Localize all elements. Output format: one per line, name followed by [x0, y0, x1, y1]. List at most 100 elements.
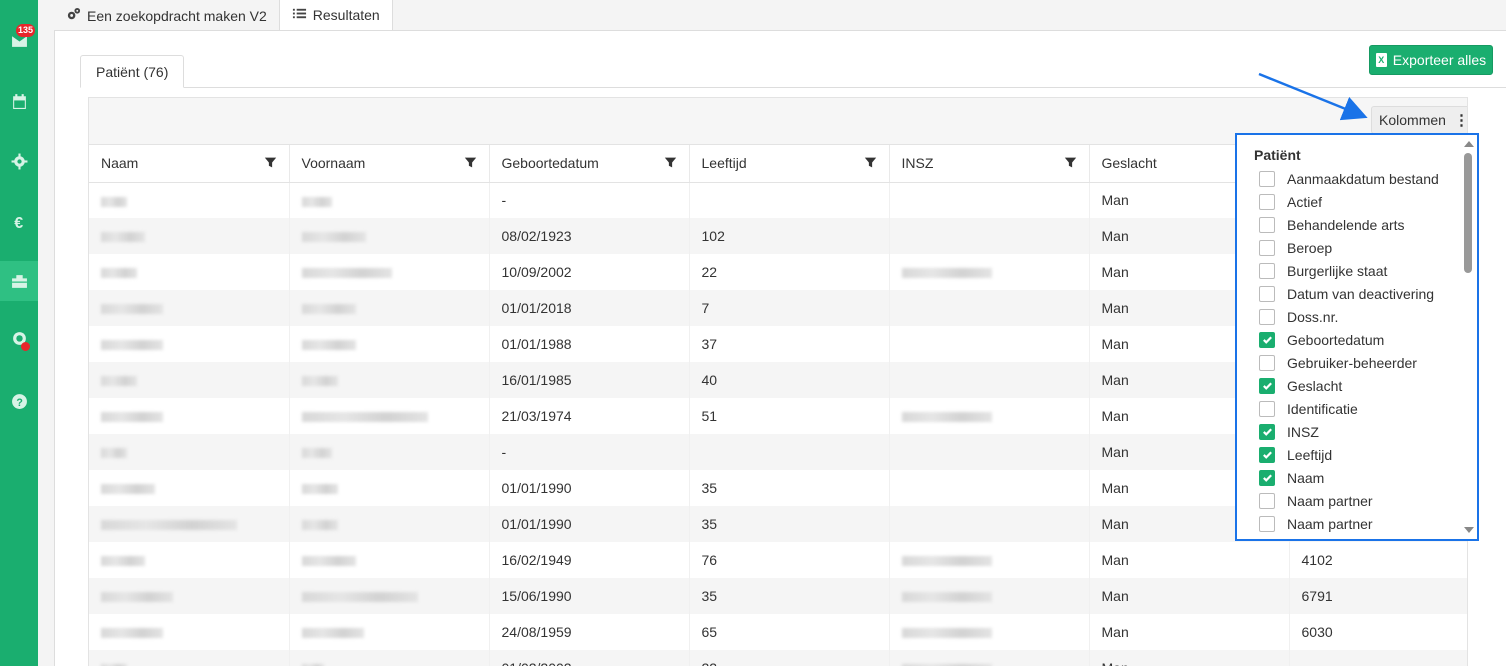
table-row[interactable]: 15/06/1990 35 Man 6791 [89, 578, 1467, 614]
cell-leeftijd: 76 [689, 542, 890, 578]
column-checkbox[interactable] [1259, 262, 1275, 279]
column-checkbox[interactable] [1259, 469, 1275, 486]
tab-search[interactable]: Een zoekopdracht maken V2 [54, 0, 279, 31]
column-option-label: Burgerlijke staat [1287, 262, 1388, 279]
column-header-naam[interactable]: Naam [89, 145, 290, 183]
redacted-value [101, 412, 163, 423]
column-header-geboortedatum[interactable]: Geboortedatum [489, 145, 690, 183]
column-checkbox[interactable] [1259, 308, 1275, 325]
cell-leeftijd: 51 [689, 398, 890, 434]
column-header-leeftijd[interactable]: Leeftijd [689, 145, 890, 183]
column-option-label: Doss.nr. [1287, 308, 1339, 325]
column-option[interactable]: Beroep [1237, 236, 1459, 259]
filter-icon[interactable] [264, 156, 277, 169]
column-option[interactable]: Actief [1237, 190, 1459, 213]
column-checkbox[interactable] [1259, 170, 1275, 187]
help-icon[interactable]: ? [8, 390, 30, 412]
cell-insz [889, 362, 1090, 398]
column-option[interactable]: Identificatie [1237, 397, 1459, 420]
redacted-value [101, 268, 137, 279]
mail-badge: 135 [16, 24, 36, 37]
cell-naam [89, 614, 290, 650]
cell-leeftijd: 102 [689, 218, 890, 254]
column-checkbox[interactable] [1259, 193, 1275, 210]
scroll-thumb[interactable] [1464, 153, 1472, 273]
cell-geslacht: Man [1089, 542, 1290, 578]
cell-leeftijd: 65 [689, 614, 890, 650]
redacted-value [301, 340, 356, 351]
toolbox-icon[interactable] [8, 270, 30, 292]
column-checkbox[interactable] [1259, 446, 1275, 463]
column-checkbox[interactable] [1259, 239, 1275, 256]
columns-button[interactable]: Kolommen ⋮ [1371, 106, 1467, 134]
column-option[interactable]: Behandelende arts [1237, 213, 1459, 236]
cell-geboortedatum: 01/01/1988 [489, 326, 690, 362]
scroll-up-icon[interactable] [1464, 141, 1474, 147]
column-checkbox[interactable] [1259, 515, 1275, 532]
column-checkbox[interactable] [1259, 354, 1275, 371]
column-checkbox[interactable] [1259, 423, 1275, 440]
column-option[interactable]: INSZ [1237, 420, 1459, 443]
cell-leeftijd: 35 [689, 470, 890, 506]
tab-results-label: Resultaten [312, 7, 380, 23]
column-checkbox[interactable] [1259, 492, 1275, 509]
cell-insz [889, 470, 1090, 506]
column-option[interactable]: Burgerlijke staat [1237, 259, 1459, 282]
cell-leeftijd: 35 [689, 578, 890, 614]
column-checkbox[interactable] [1259, 400, 1275, 417]
calendar-icon[interactable] [8, 90, 30, 112]
column-option[interactable]: Leeftijd [1237, 443, 1459, 466]
cell-leeftijd: 22 [689, 650, 890, 666]
header-label: Voornaam [301, 155, 366, 172]
column-option-label: Geslacht [1287, 377, 1343, 394]
column-option[interactable]: Naam [1237, 466, 1459, 489]
column-checkbox[interactable] [1259, 285, 1275, 302]
column-checkbox[interactable] [1259, 377, 1275, 394]
scroll-down-icon[interactable] [1464, 527, 1474, 533]
redacted-value [301, 304, 356, 315]
cell-insz [889, 398, 1090, 434]
column-header-voornaam[interactable]: Voornaam [289, 145, 490, 183]
table-row[interactable]: 16/02/1949 76 Man 4102 [89, 542, 1467, 578]
filter-icon[interactable] [1064, 156, 1077, 169]
column-picker-scrollbar[interactable] [1459, 135, 1477, 539]
cell-geboortedatum: 01/01/2018 [489, 290, 690, 326]
cell-insz [889, 290, 1090, 326]
cell-naam [89, 434, 290, 470]
table-row[interactable]: 24/08/1959 65 Man 6030 [89, 614, 1467, 650]
filter-icon[interactable] [464, 156, 477, 169]
cell-leeftijd: 7 [689, 290, 890, 326]
cell-geslacht: Man [1089, 614, 1290, 650]
tab-patient[interactable]: Patiënt (76) [80, 55, 185, 88]
filter-icon[interactable] [664, 156, 677, 169]
cell-naam [89, 542, 290, 578]
column-option[interactable]: Naam partner [1237, 512, 1459, 535]
cell-naam [89, 578, 290, 614]
column-header-insz[interactable]: INSZ [889, 145, 1090, 183]
column-option[interactable]: Gebruiker-beheerder [1237, 351, 1459, 374]
table-row[interactable]: 01/02/200222 Man [89, 650, 1467, 666]
cell-naam [89, 470, 290, 506]
column-option[interactable]: Doss.nr. [1237, 305, 1459, 328]
gear-icon[interactable] [8, 150, 30, 172]
cell-naam [89, 182, 290, 218]
column-picker-group-title: Patiënt [1254, 147, 1301, 163]
column-option[interactable]: Geboortedatum [1237, 328, 1459, 351]
column-checkbox[interactable] [1259, 331, 1275, 348]
cell-leeftijd: 22 [689, 254, 890, 290]
tab-results[interactable]: Resultaten [278, 0, 393, 31]
cell-voornaam [289, 614, 490, 650]
column-option[interactable]: Aanmaakdatum bestand [1237, 167, 1459, 190]
column-checkbox[interactable] [1259, 216, 1275, 233]
export-all-button[interactable]: X Exporteer alles [1369, 45, 1493, 75]
column-option-label: INSZ [1287, 423, 1319, 440]
column-option[interactable]: Datum van deactivering [1237, 282, 1459, 305]
column-option[interactable]: Naam partner [1237, 489, 1459, 512]
filter-icon[interactable] [864, 156, 877, 169]
column-option-label: Gebruiker-beheerder [1287, 354, 1417, 371]
redacted-value [101, 628, 163, 639]
column-option[interactable]: Geslacht [1237, 374, 1459, 397]
euro-icon[interactable]: € [8, 210, 30, 232]
cell-naam [89, 326, 290, 362]
redacted-value [901, 556, 992, 567]
